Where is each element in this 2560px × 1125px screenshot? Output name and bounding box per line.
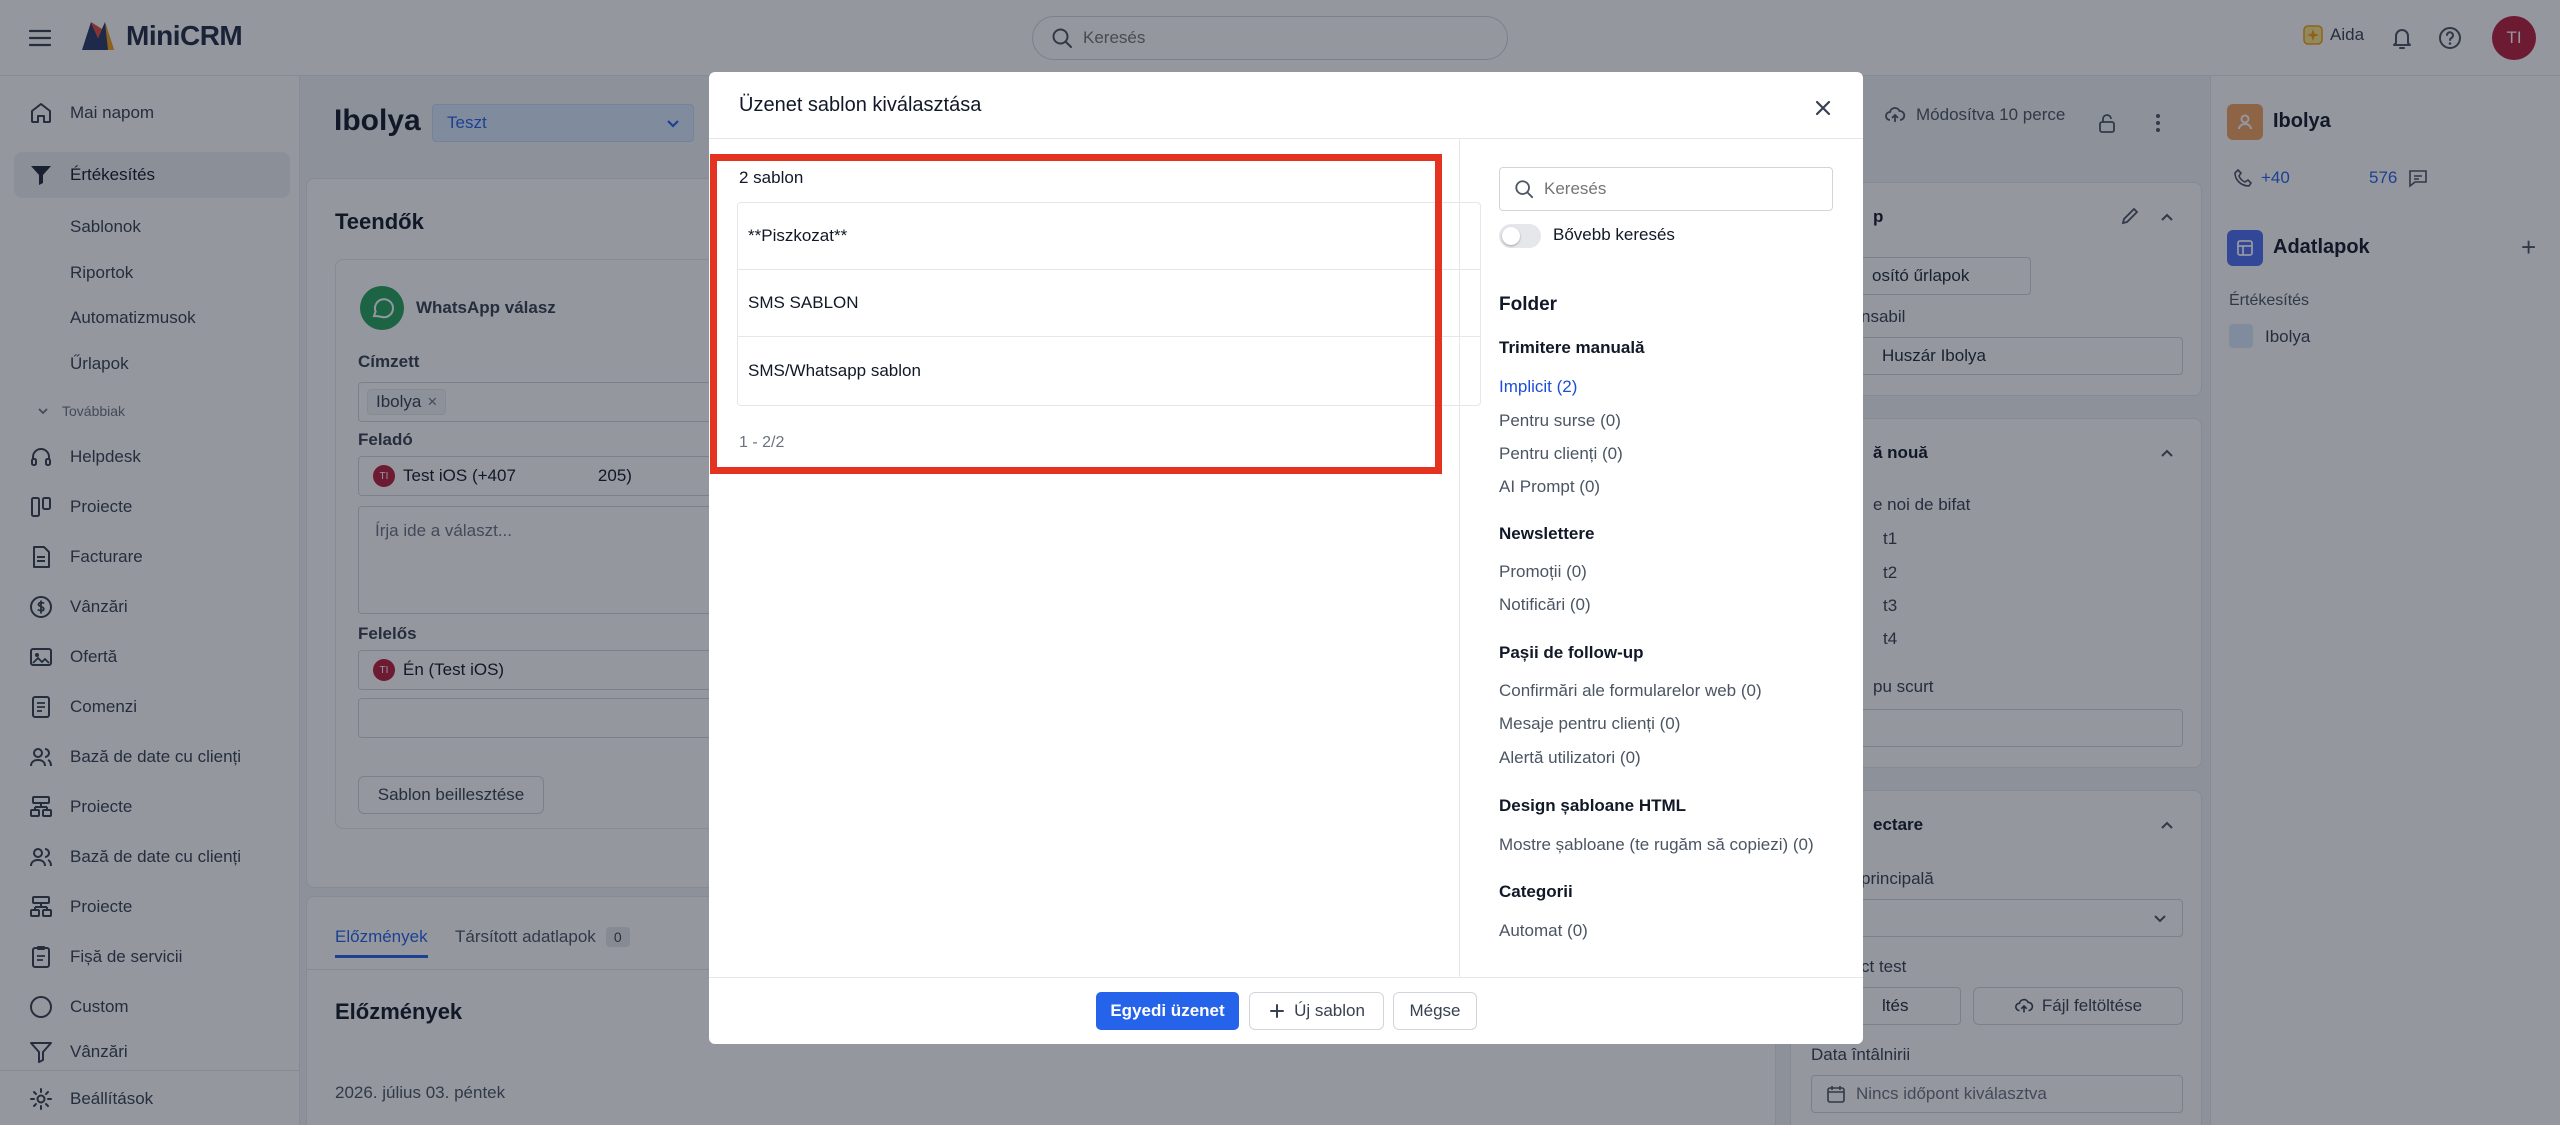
folder-item[interactable]: Pentru clienți (0) xyxy=(1499,444,1623,464)
folder-group-title: Categorii xyxy=(1499,882,1573,901)
new-template-label: Új sablon xyxy=(1294,1001,1365,1020)
search-icon xyxy=(1515,180,1534,199)
folder-item[interactable]: Automat (0) xyxy=(1499,921,1588,941)
folder-item[interactable]: Alertă utilizatori (0) xyxy=(1499,748,1641,768)
folder-group-title: Pașii de follow-up xyxy=(1499,643,1644,662)
template-search-input[interactable] xyxy=(1544,179,1814,199)
cancel-button[interactable]: Mégse xyxy=(1393,992,1477,1030)
folder-heading: Folder xyxy=(1499,294,1558,315)
folder-group-title: Trimitere manuală xyxy=(1499,338,1645,357)
folder-item[interactable]: AI Prompt (0) xyxy=(1499,477,1600,497)
plus-icon xyxy=(1270,1004,1285,1018)
folder-item[interactable]: Notificări (0) xyxy=(1499,595,1591,615)
folder-group-title: Design șabloane HTML xyxy=(1499,796,1687,815)
folder-item[interactable]: Confirmări ale formularelor web (0) xyxy=(1499,681,1762,701)
extended-search-label: Bővebb keresés xyxy=(1553,225,1675,244)
folder-item[interactable]: Mesaje pentru clienți (0) xyxy=(1499,714,1680,734)
highlight-box xyxy=(710,154,1442,474)
folder-item[interactable]: Implicit (2) xyxy=(1499,377,1577,397)
close-icon[interactable] xyxy=(1807,92,1839,124)
modal-header-divider xyxy=(709,138,1863,139)
folder-item[interactable]: Pentru surse (0) xyxy=(1499,411,1621,431)
folder-item[interactable]: Mostre șabloane (te rugăm să copiezi) (0… xyxy=(1499,835,1814,855)
modal-title: Üzenet sablon kiválasztása xyxy=(739,94,982,116)
custom-message-button[interactable]: Egyedi üzenet xyxy=(1096,992,1239,1030)
folder-item[interactable]: Promoții (0) xyxy=(1499,562,1587,582)
folder-group-title: Newslettere xyxy=(1499,524,1595,543)
new-template-button[interactable]: Új sablon xyxy=(1249,992,1384,1030)
modal-footer-divider xyxy=(709,977,1863,978)
template-search[interactable] xyxy=(1499,167,1833,211)
extended-search-toggle[interactable] xyxy=(1499,224,1541,248)
